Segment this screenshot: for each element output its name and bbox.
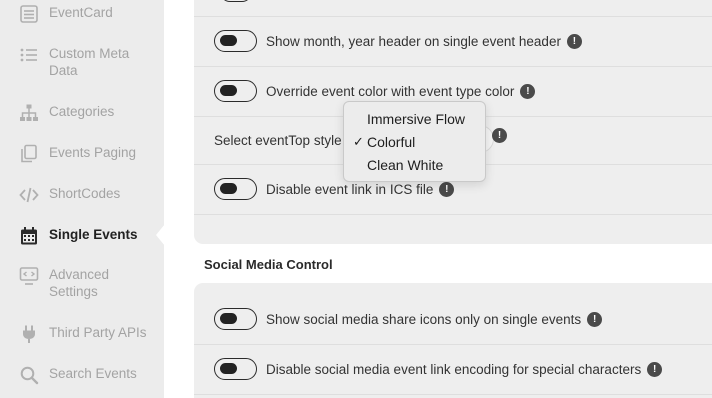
sidebar-item-label: Advanced Settings — [49, 267, 110, 299]
sidebar-item-advanced-settings[interactable]: Advanced Settings — [18, 266, 158, 300]
social-share-icons-toggle[interactable] — [214, 308, 257, 330]
section-title-social-media: Social Media Control — [204, 257, 333, 272]
setting-label: Show month, year header on single event … — [266, 33, 561, 49]
sidebar-item-events-paging[interactable]: Events Paging — [18, 144, 158, 164]
sidebar-item-search-events[interactable]: Search Events — [18, 365, 158, 385]
copy-pages-icon — [18, 144, 40, 164]
monitor-code-icon — [18, 266, 40, 286]
sidebar-item-label: Events Paging — [49, 145, 137, 160]
info-icon[interactable]: ! — [647, 361, 663, 377]
sidebar-item-label: Single Events — [49, 227, 138, 242]
row-divider — [194, 394, 712, 395]
sidebar-item-label: Categories — [49, 104, 115, 119]
social-link-encoding-toggle[interactable] — [214, 358, 257, 380]
sidebar-item-eventcard[interactable]: EventCard — [18, 4, 158, 24]
dropdown-option-colorful[interactable]: ✓ Colorful — [344, 131, 485, 153]
sidebar-item-label: Custom Meta Data — [49, 46, 130, 78]
setting-row-month-year-header: Show month, year header on single event … — [194, 16, 712, 66]
disable-ics-link-toggle[interactable] — [214, 178, 257, 200]
month-year-header-toggle[interactable] — [214, 30, 257, 52]
info-icon[interactable]: ! — [439, 181, 455, 197]
sidebar-item-label: Search Events — [49, 366, 137, 381]
plug-icon — [18, 324, 40, 344]
checkmark-icon: ✓ — [353, 134, 364, 149]
option-label: Clean White — [367, 157, 444, 173]
setting-label: Override event color with event type col… — [266, 83, 515, 99]
list-icon — [18, 4, 40, 24]
sidebar-item-shortcodes[interactable]: ShortCodes — [18, 185, 158, 205]
setting-row-social-link-encoding: Disable social media event link encoding… — [194, 344, 712, 394]
override-event-color-toggle[interactable] — [214, 80, 257, 102]
active-item-pointer — [156, 224, 165, 246]
sidebar-item-single-events[interactable]: Single Events — [18, 226, 158, 246]
search-icon — [18, 365, 40, 385]
info-icon[interactable]: ! — [520, 83, 536, 99]
sidebar-item-categories[interactable]: Categories — [18, 103, 158, 123]
setting-label: Show social media share icons only on si… — [266, 311, 582, 327]
option-label: Colorful — [367, 134, 416, 150]
option-label: Immersive Flow — [367, 111, 466, 127]
row-divider — [194, 214, 712, 215]
sidebar: EventCard Custom Meta Data Categories Ev… — [0, 0, 164, 398]
social-media-panel: Show social media share icons only on si… — [194, 283, 712, 398]
calendar-icon — [18, 226, 40, 246]
bullet-list-icon — [18, 45, 40, 65]
sidebar-item-custom-meta-data[interactable]: Custom Meta Data — [18, 45, 158, 79]
hierarchy-icon — [18, 103, 40, 123]
setting-label: Select eventTop style — [214, 132, 342, 148]
sidebar-item-third-party-apis[interactable]: Third Party APIs — [18, 324, 158, 344]
info-icon[interactable]: ! — [492, 128, 507, 143]
sidebar-item-label: EventCard — [49, 5, 113, 20]
setting-label: Disable social media event link encoding… — [266, 361, 642, 377]
setting-row-social-share-icons: Show social media share icons only on si… — [194, 294, 712, 344]
info-icon[interactable]: ! — [566, 33, 582, 49]
code-icon — [18, 185, 40, 205]
eventtop-style-dropdown: Immersive Flow ✓ Colorful Clean White — [343, 101, 486, 182]
partial-toggle[interactable] — [220, 0, 252, 2]
sidebar-item-label: ShortCodes — [49, 186, 121, 201]
sidebar-item-label: Third Party APIs — [49, 325, 147, 340]
setting-label: Disable event link in ICS file — [266, 181, 434, 197]
info-icon[interactable]: ! — [587, 311, 603, 327]
dropdown-option-immersive-flow[interactable]: Immersive Flow — [344, 108, 485, 130]
dropdown-option-clean-white[interactable]: Clean White — [344, 154, 485, 176]
